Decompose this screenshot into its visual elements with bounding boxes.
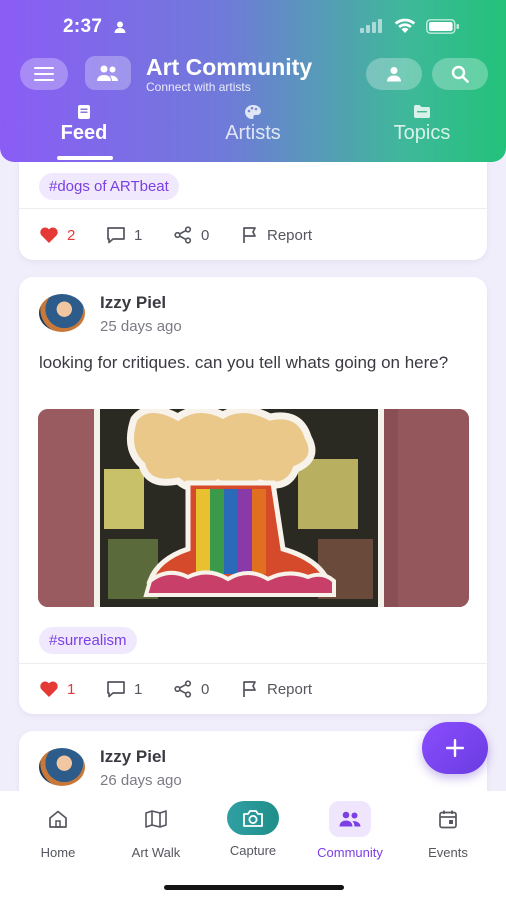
status-time: 2:37 [63,16,103,37]
new-post-button[interactable] [422,722,488,774]
author-name[interactable]: Izzy Piel [100,293,166,313]
comment-count: 1 [134,680,143,698]
avatar[interactable] [39,294,85,332]
post-card: Izzy Piel 25 days ago looking for critiq… [19,277,487,714]
tab-label: Feed [60,122,108,144]
post-text: looking for critiques. can you tell what… [39,353,449,372]
share-icon [174,680,192,698]
heart-icon [40,681,58,697]
folder-icon [414,105,430,118]
share-count: 0 [201,226,210,244]
battery-icon [426,19,459,34]
comment-button[interactable]: 1 [106,220,142,250]
nav-label: Home [40,845,76,860]
nav-capture[interactable]: Capture [203,801,303,858]
comment-icon [107,681,125,698]
share-button[interactable]: 0 [173,674,209,704]
post-tag[interactable]: #dogs of ARTbeat [39,173,179,200]
tab-topics[interactable]: Topics [338,100,506,162]
like-count: 2 [67,226,76,244]
page-subtitle: Connect with artists [146,80,251,92]
bottom-navigation: Home Art Walk Capture Community Events [0,791,506,900]
divider [19,663,487,664]
flag-icon [243,227,256,243]
profile-button[interactable] [366,58,422,90]
tab-label: Topics [393,122,451,144]
tab-artists[interactable]: Artists [169,100,337,162]
post-tag[interactable]: #surrealism [39,627,137,654]
active-tab-indicator [57,156,113,160]
app-header: 2:37 Art Community Connect with artists … [0,0,506,162]
wifi-icon [394,18,416,33]
home-indicator[interactable] [164,885,344,890]
post-time: 25 days ago [100,318,182,335]
group-icon [339,811,361,827]
search-button[interactable] [432,58,488,90]
flag-icon [243,681,256,697]
report-label: Report [267,226,313,244]
nav-community[interactable]: Community [300,801,400,860]
map-icon [145,810,167,828]
document-icon [78,105,90,119]
tab-label: Artists [225,122,281,144]
nav-events[interactable]: Events [398,801,498,860]
report-button[interactable]: Report [241,220,312,250]
nav-art-walk[interactable]: Art Walk [106,801,206,860]
signal-icon [360,19,382,33]
home-icon [49,810,67,828]
camera-icon [243,810,263,827]
plus-icon [446,739,464,757]
nav-label: Art Walk [131,845,181,860]
heart-icon [40,227,58,243]
comment-button[interactable]: 1 [106,674,142,704]
author-name[interactable]: Izzy Piel [100,747,166,767]
post-time: 26 days ago [100,772,182,789]
nav-label: Community [317,845,383,860]
group-icon [97,65,118,81]
user-icon [387,67,401,82]
divider [19,208,487,209]
like-button[interactable]: 1 [39,674,75,704]
tab-feed[interactable]: Feed [0,100,168,162]
nav-label: Events [428,845,468,860]
nav-label: Capture [229,843,277,858]
menu-button[interactable] [20,58,68,90]
report-label: Report [267,680,313,698]
status-bar: 2:37 [0,16,506,42]
post-image[interactable] [38,409,469,607]
comment-icon [107,227,125,244]
post-actions: 1 1 0 Report [19,674,487,704]
share-icon [174,226,192,244]
artwork-image [38,409,469,607]
avatar[interactable] [39,748,85,786]
community-badge [85,56,131,90]
post-actions: 2 1 0 Report [19,220,487,250]
share-button[interactable]: 0 [173,220,209,250]
palette-icon [245,105,261,119]
report-button[interactable]: Report [241,674,312,704]
calendar-icon [439,810,457,829]
search-icon [451,65,469,83]
hamburger-icon [34,67,54,81]
share-count: 0 [201,680,210,698]
like-count: 1 [67,680,76,698]
nav-home[interactable]: Home [8,801,108,860]
page-title: Art Community [146,54,313,80]
like-button[interactable]: 2 [39,220,75,250]
person-status-icon [114,21,126,33]
comment-count: 1 [134,226,143,244]
